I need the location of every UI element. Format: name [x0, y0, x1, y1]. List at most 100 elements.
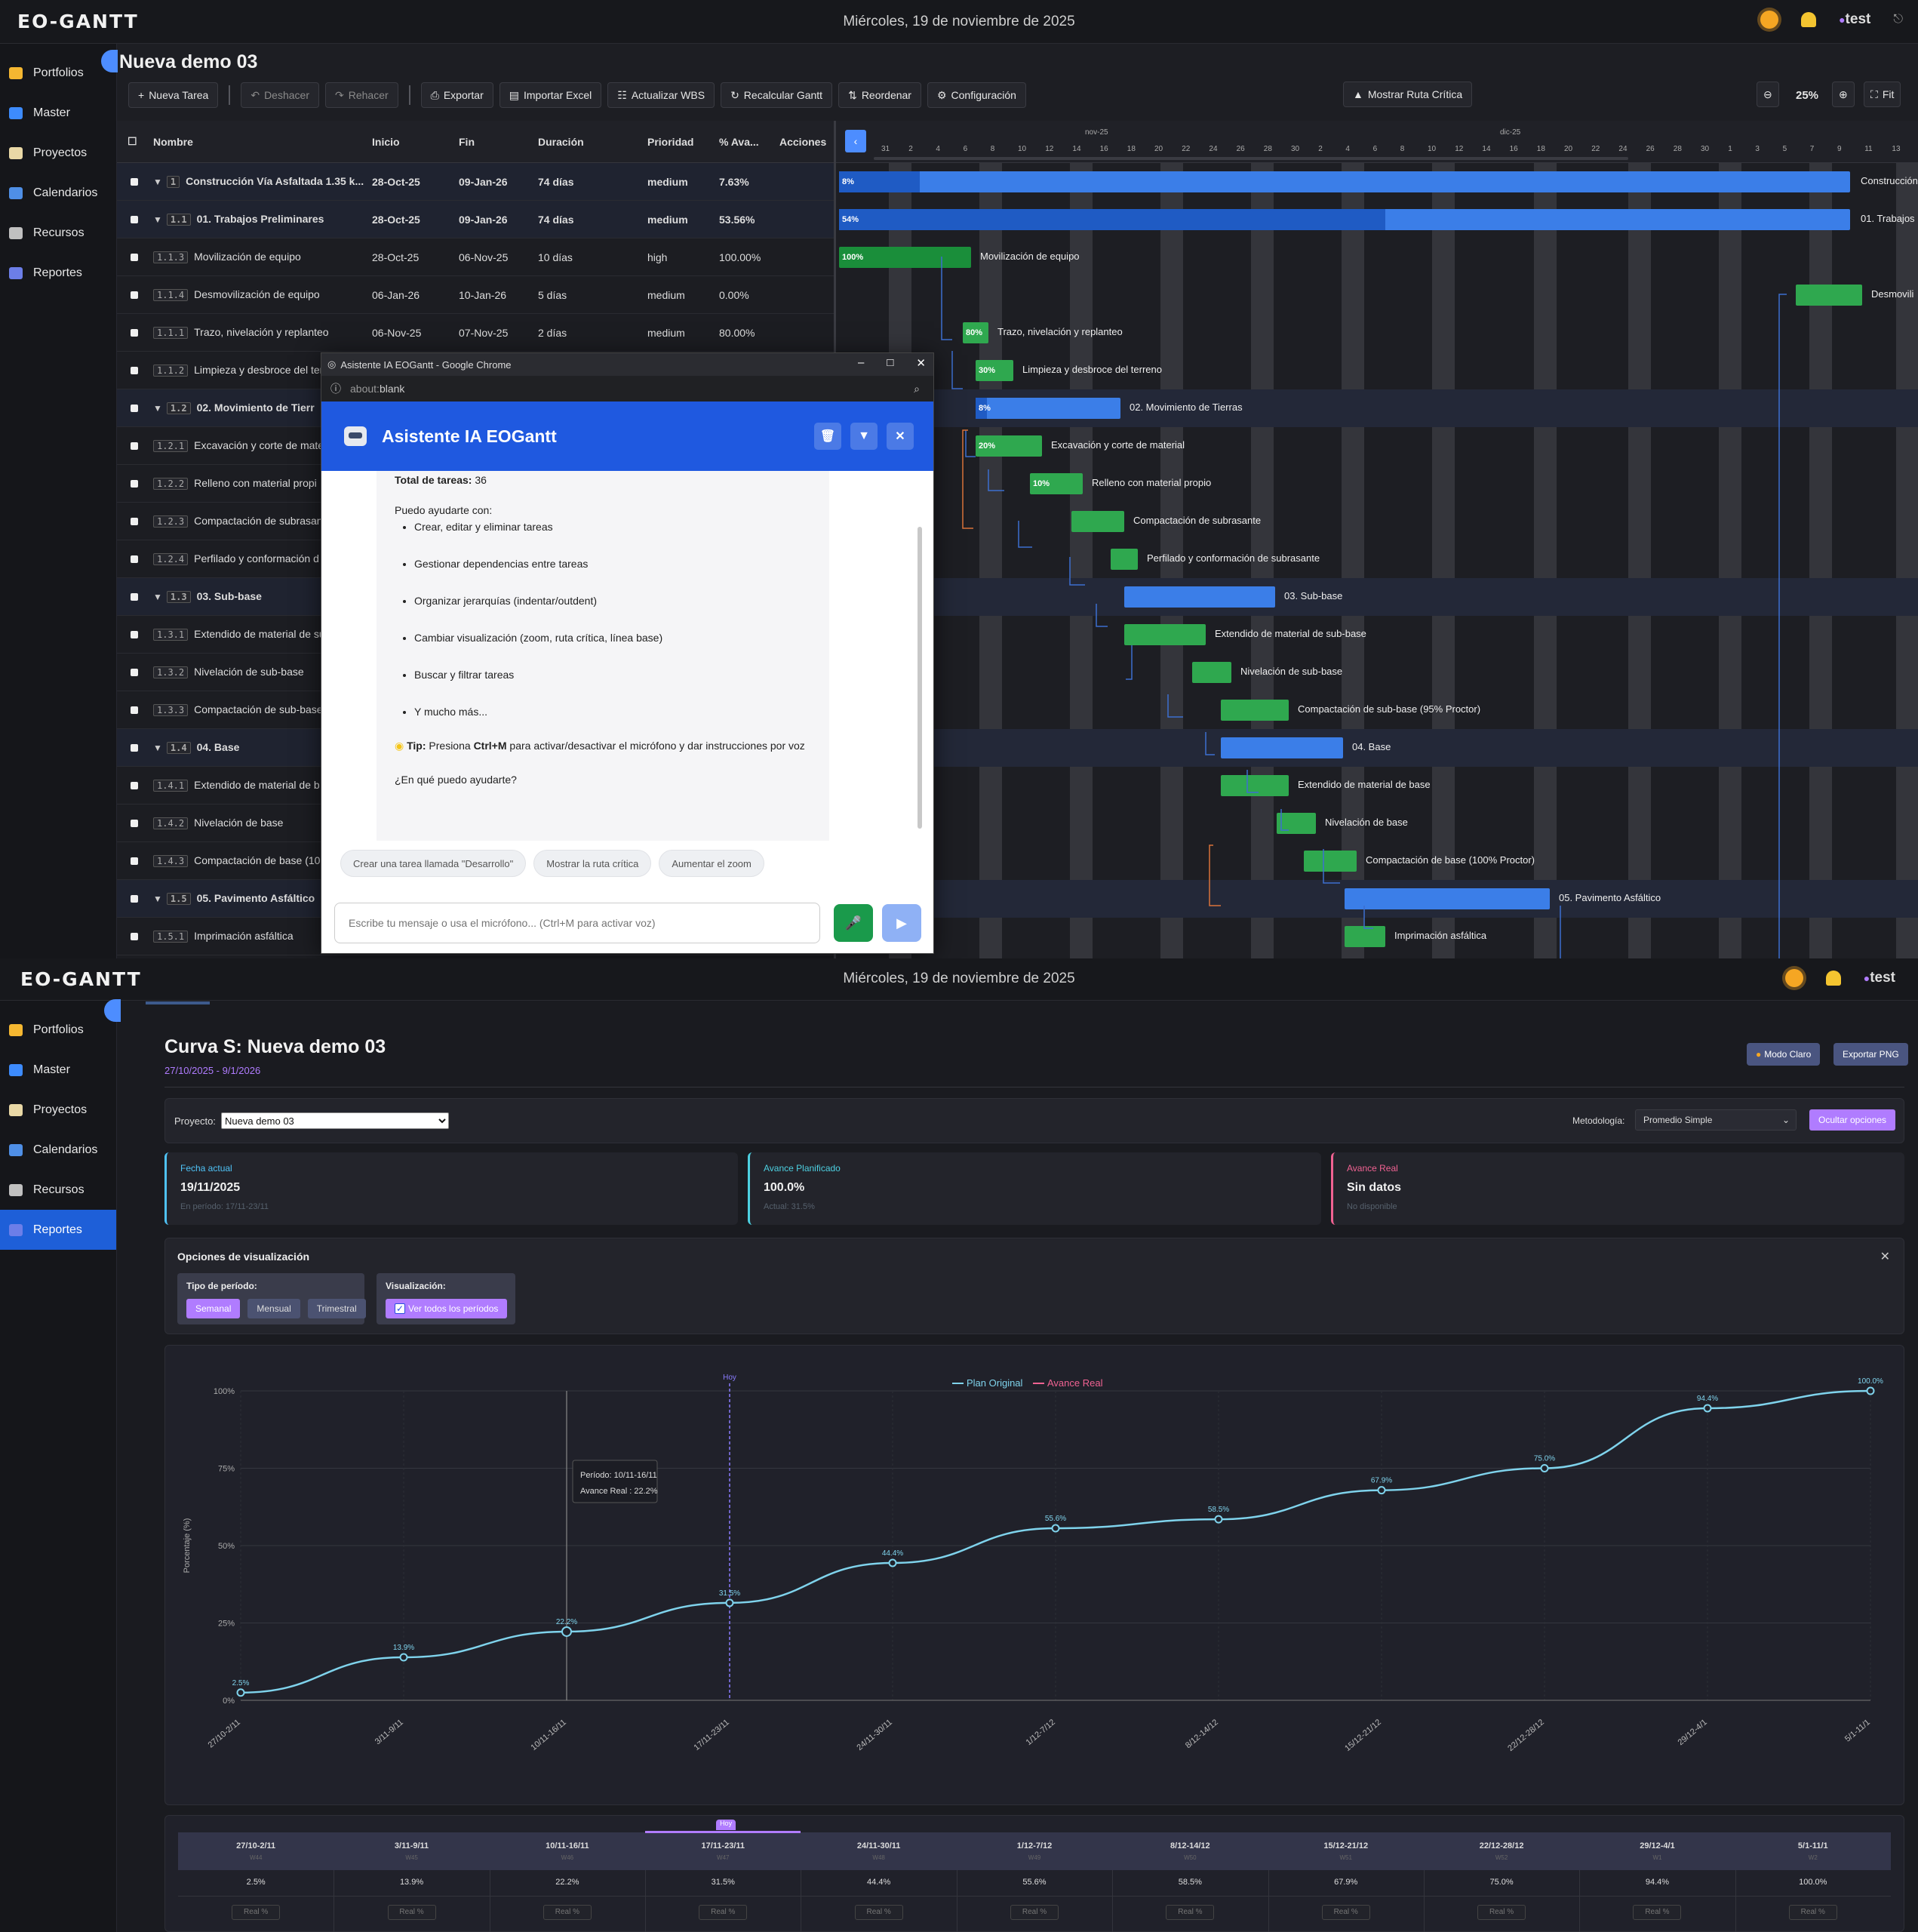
gantt-bar[interactable]: [1221, 700, 1289, 721]
suggestion-chip[interactable]: Mostrar la ruta crítica: [533, 850, 652, 877]
gantt-bar[interactable]: [1071, 511, 1124, 532]
new-task-button[interactable]: + Nueva Tarea: [128, 82, 219, 108]
reorder-button[interactable]: ⇅ Reordenar: [838, 82, 921, 108]
chat-messages[interactable]: Total de tareas: 36 Puedo ayudarte con: …: [377, 471, 829, 841]
column-header[interactable]: Inicio: [366, 136, 453, 148]
period-semanal-button[interactable]: Semanal: [186, 1299, 241, 1318]
sidebar-toggle-button[interactable]: [101, 50, 118, 72]
table-row[interactable]: ▼ 1 Construcción Vía Asfaltada 1.35 k... 28…: [117, 163, 834, 201]
critical-path-button[interactable]: ▲ Mostrar Ruta Crítica: [1343, 82, 1473, 107]
timeline-scrollbar[interactable]: [874, 157, 1628, 160]
period-mensual-button[interactable]: Mensual: [247, 1299, 300, 1318]
real-percent-input[interactable]: Real %: [1166, 1905, 1215, 1920]
sidebar-item-reportes[interactable]: Reportes: [0, 1210, 116, 1250]
bell-icon[interactable]: [1825, 971, 1841, 986]
scurve-chart[interactable]: 0% 25% 50% 75% 100% 27/10-2/11 3/11-9/11 10/11-…: [165, 1346, 1905, 1806]
suggestion-chip[interactable]: Crear una tarea llamada "Desarrollo": [340, 850, 527, 877]
bell-icon[interactable]: [1801, 12, 1817, 27]
close-window-icon[interactable]: ✕: [916, 356, 926, 370]
row-checkbox[interactable]: [131, 743, 138, 752]
column-header[interactable]: Acciones: [773, 136, 834, 148]
row-checkbox[interactable]: [131, 215, 138, 223]
row-checkbox[interactable]: [131, 668, 138, 676]
sidebar-item-proyectos[interactable]: Proyectos: [0, 1090, 116, 1130]
zoom-in-button[interactable]: ⊕: [1832, 82, 1855, 107]
timeline-prev-button[interactable]: ‹: [845, 130, 866, 152]
theme-sun-icon[interactable]: [1784, 969, 1803, 987]
close-chat-button[interactable]: ✕: [887, 423, 914, 450]
expand-caret-icon[interactable]: ▼: [153, 894, 162, 904]
data-point[interactable]: [1703, 1404, 1712, 1413]
gantt-bar[interactable]: [1304, 851, 1357, 872]
gantt-bar[interactable]: 20%: [976, 435, 1042, 457]
zoom-out-button[interactable]: ⊖: [1757, 82, 1779, 107]
gantt-bar[interactable]: [1796, 285, 1862, 306]
row-checkbox[interactable]: [131, 253, 138, 261]
export-png-button[interactable]: Exportar PNG: [1833, 1043, 1908, 1066]
column-header[interactable]: Prioridad: [641, 136, 713, 148]
sidebar-toggle-button[interactable]: [104, 999, 121, 1022]
chat-scrollbar[interactable]: [918, 527, 922, 829]
real-percent-input[interactable]: Real %: [1788, 1905, 1837, 1920]
close-options-icon[interactable]: ✕: [1880, 1249, 1890, 1264]
sidebar-item-recursos[interactable]: Recursos: [0, 1170, 116, 1210]
logout-icon[interactable]: ⎋: [1893, 13, 1903, 26]
sidebar-item-portfolios[interactable]: Portfolios: [0, 1010, 116, 1050]
sidebar-item-portfolios[interactable]: Portfolios: [0, 53, 116, 93]
send-button[interactable]: ▶: [882, 904, 921, 942]
gantt-bar[interactable]: 8%: [976, 398, 1120, 419]
microphone-button[interactable]: 🎤: [834, 904, 873, 942]
config-button[interactable]: ⚙ Configuración: [927, 82, 1026, 108]
row-checkbox[interactable]: [131, 819, 138, 827]
row-checkbox[interactable]: [131, 894, 138, 903]
real-percent-input[interactable]: Real %: [1633, 1905, 1682, 1920]
minimize-icon[interactable]: –: [858, 356, 864, 370]
real-percent-input[interactable]: Real %: [1010, 1905, 1059, 1920]
import-excel-button[interactable]: ▤ Importar Excel: [499, 82, 602, 108]
legend-plan[interactable]: Plan Original: [967, 1377, 1023, 1389]
row-checkbox[interactable]: [131, 291, 138, 299]
undo-button[interactable]: ↶ Deshacer: [241, 82, 319, 108]
row-checkbox[interactable]: [131, 404, 138, 412]
row-checkbox[interactable]: [131, 328, 138, 337]
suggestion-chip[interactable]: Aumentar el zoom: [659, 850, 764, 877]
chat-input[interactable]: [334, 903, 820, 943]
data-point[interactable]: [1051, 1524, 1060, 1533]
sidebar-item-proyectos[interactable]: Proyectos: [0, 133, 116, 173]
maximize-icon[interactable]: □: [887, 356, 893, 370]
expand-caret-icon[interactable]: ▼: [153, 592, 162, 602]
sidebar-item-calendarios[interactable]: Calendarios: [0, 1130, 116, 1170]
gantt-bar[interactable]: [1124, 586, 1275, 608]
theme-sun-icon[interactable]: [1760, 11, 1779, 29]
task-name-cell[interactable]: 1.1.1 Trazo, nivelación y replanteo: [147, 326, 366, 339]
sidebar-item-master[interactable]: Master: [0, 93, 116, 133]
column-header[interactable]: Nombre: [147, 136, 366, 148]
minimize-chat-button[interactable]: ▼: [850, 423, 878, 450]
sidebar-item-master[interactable]: Master: [0, 1050, 116, 1090]
address-bar[interactable]: ⓘ about:blank ⌕: [321, 376, 933, 401]
gantt-bar[interactable]: 100%: [839, 247, 971, 268]
data-point[interactable]: [399, 1653, 408, 1662]
real-percent-input[interactable]: Real %: [699, 1905, 748, 1920]
gantt-bar[interactable]: 80%: [963, 322, 988, 343]
row-checkbox[interactable]: [131, 479, 138, 488]
gantt-bar[interactable]: [1192, 662, 1231, 683]
data-point[interactable]: [1377, 1486, 1386, 1495]
data-point[interactable]: [1540, 1464, 1549, 1472]
row-checkbox[interactable]: [131, 592, 138, 601]
expand-caret-icon[interactable]: ▼: [153, 743, 162, 753]
hide-options-button[interactable]: Ocultar opciones: [1809, 1109, 1896, 1131]
task-name-cell[interactable]: ▼ 1 Construcción Vía Asfaltada 1.35 k...: [147, 175, 366, 188]
task-name-cell[interactable]: 1.1.4 Desmovilización de equipo: [147, 288, 366, 301]
redo-button[interactable]: ↷ Rehacer: [324, 82, 398, 108]
gantt-bar[interactable]: [1345, 926, 1385, 947]
gantt-bar[interactable]: [1345, 888, 1550, 909]
data-point[interactable]: [1214, 1515, 1223, 1524]
export-button[interactable]: ⎙ Exportar: [420, 82, 493, 108]
method-select[interactable]: Promedio Simple ⌄: [1635, 1109, 1797, 1131]
gantt-bar[interactable]: 10%: [1030, 473, 1083, 494]
gantt-chart[interactable]: ‹ nov-25 dic-25 31 2 4 6 8 10 12 14 16 18 20 22 24 26 28 3…: [834, 121, 1918, 958]
trash-button[interactable]: 🗑: [814, 423, 841, 450]
row-checkbox[interactable]: [131, 177, 138, 186]
data-point[interactable]: [236, 1688, 245, 1697]
